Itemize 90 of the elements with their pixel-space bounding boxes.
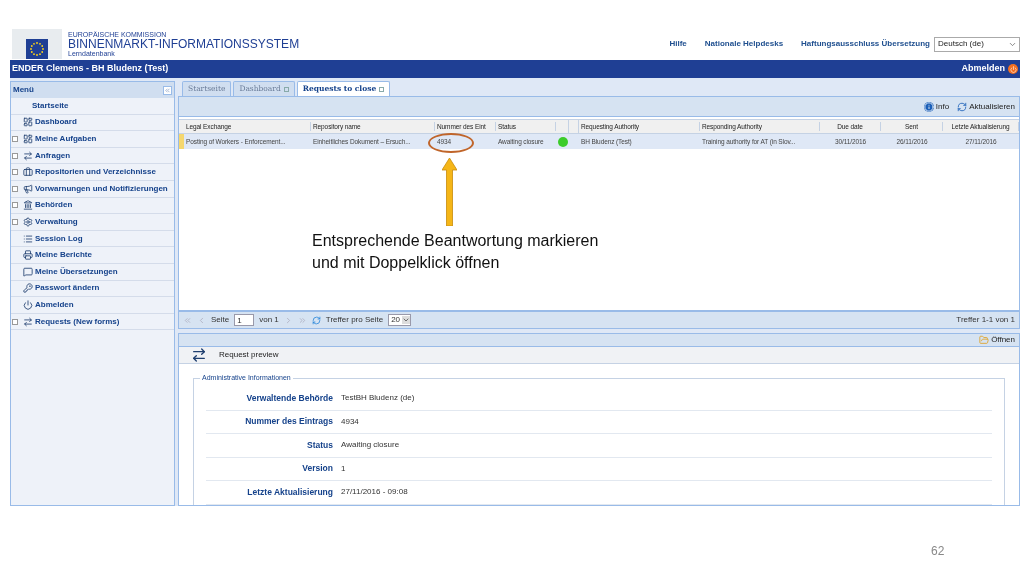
menu-item[interactable]: Meine Aufgaben (11, 131, 174, 148)
refresh-icon (957, 101, 968, 112)
preview-title: Request preview (219, 349, 279, 361)
menu-label: Behörden (35, 199, 73, 212)
gear-icon (23, 216, 33, 227)
chat-icon (23, 266, 33, 277)
menu-item[interactable]: Anfragen (11, 147, 174, 165)
menu-item[interactable]: Behörden (11, 197, 174, 215)
briefcase-icon (23, 167, 33, 178)
user-name: ENDER Clemens - BH Bludenz (Test) (12, 62, 169, 76)
menu-item[interactable]: Session Log (11, 230, 174, 248)
menu-label: Verwaltung (35, 215, 78, 228)
menu-item[interactable]: Dashboard (11, 114, 174, 132)
info-button[interactable]: Info (923, 100, 950, 113)
menu-item[interactable]: Verwaltung (11, 214, 174, 231)
per-page-label: Treffer pro Seite (325, 314, 384, 326)
field-value: 1 (341, 462, 346, 475)
menu-label: Passwort ändern (35, 282, 100, 295)
menu-title: Menü (13, 84, 34, 96)
field-label: Version (301, 462, 334, 476)
header-link[interactable]: Haftungsausschluss Übersetzung (801, 38, 930, 50)
last-page-icon[interactable] (297, 315, 307, 325)
menu-label: Meine Übersetzungen (35, 265, 118, 278)
menu-item[interactable]: Vorwarnungen und Notifizierungen (11, 180, 174, 198)
folder-icon (979, 335, 990, 345)
field-value: 27/11/2016 - 09:08 (341, 486, 408, 499)
expand-icon[interactable] (12, 218, 18, 225)
expand-icon[interactable] (12, 185, 18, 192)
menu-item[interactable]: Passwort ändern (11, 280, 174, 298)
menu-item[interactable]: Requests (New forms) (11, 313, 174, 331)
logo-text: BINNENMARKT-INFORMATIONSSYSTEM (68, 38, 300, 50)
expand-icon[interactable] (12, 152, 18, 159)
arrows-icon (23, 316, 33, 327)
highlight-ellipse (428, 133, 474, 153)
logout-button[interactable]: Abmelden (961, 62, 1018, 76)
dropdown-icon (402, 316, 411, 324)
menu-item[interactable]: Meine Berichte (11, 247, 174, 264)
menu-item[interactable]: Abmelden (11, 297, 174, 314)
expand-icon[interactable] (12, 202, 18, 209)
menu-label: Meine Aufgaben (35, 133, 97, 145)
megaphone-icon (23, 183, 33, 194)
menu-label: Requests (New forms) (35, 315, 120, 328)
list-icon (23, 233, 33, 244)
menu-label: Meine Berichte (35, 249, 92, 262)
arrow-drawing (442, 158, 457, 226)
page-label: Seite (211, 314, 230, 326)
field-value: 4934 (341, 415, 359, 428)
info-icon (923, 101, 934, 112)
field-label: Nummer des Eintrags (244, 415, 334, 429)
previous-page-icon[interactable] (197, 315, 206, 325)
arrows-icon (23, 150, 33, 161)
page-field[interactable]: 1 (234, 314, 255, 326)
refresh-button[interactable]: Aktualisieren (957, 100, 1015, 113)
menu-label: Startseite (32, 99, 69, 112)
expand-icon[interactable] (12, 318, 18, 325)
menu-item[interactable]: Meine Übersetzungen (11, 263, 174, 281)
menu-label: Abmelden (35, 298, 74, 311)
building-icon (23, 200, 33, 211)
key-icon (23, 283, 33, 294)
menu-item[interactable]: Startseite (11, 98, 174, 115)
field-value: TestBH Bludenz (de) (341, 392, 415, 405)
row-marker (179, 134, 184, 149)
slide-number: 62 (931, 543, 945, 560)
language-select[interactable]: Deutsch (de) (934, 36, 1020, 52)
power-icon (23, 299, 33, 310)
arrows-icon (191, 347, 207, 363)
collapse-icon[interactable] (163, 85, 172, 95)
menu-label: Vorwarnungen und Notifizierungen (35, 182, 168, 195)
first-page-icon[interactable] (183, 315, 192, 325)
menu-item[interactable]: Repositorien und Verzeichnisse (11, 164, 174, 181)
menu-label: Anfragen (35, 149, 71, 162)
power-icon (1008, 64, 1018, 74)
per-page-select[interactable]: 20 (388, 314, 412, 326)
annotation-text: Entsprechende Beantwortung markieren und mit Doppelklick öffnen (312, 231, 600, 273)
results-summary: Treffer 1-1 von 1 (956, 314, 1015, 326)
refresh-icon[interactable] (311, 315, 321, 325)
printer-icon (23, 250, 33, 261)
menu-label: Session Log (35, 232, 83, 245)
open-button[interactable]: Öffnen (979, 334, 1015, 346)
menu-label: Repositorien und Verzeichnisse (35, 166, 156, 179)
field-value: Awaiting closure (341, 439, 400, 452)
page-count: von 1 (259, 314, 279, 326)
expand-icon[interactable] (12, 136, 18, 142)
field-label: Status (306, 438, 334, 452)
header-link[interactable]: Nationale Helpdesks (704, 38, 784, 50)
expand-icon[interactable] (12, 169, 18, 176)
header-link[interactable]: Hilfe (669, 38, 687, 50)
field-label: Verwaltende Behörde (245, 391, 334, 405)
field-label: Letzte Aktualisierung (246, 485, 334, 499)
menu-label: Dashboard (35, 116, 77, 129)
